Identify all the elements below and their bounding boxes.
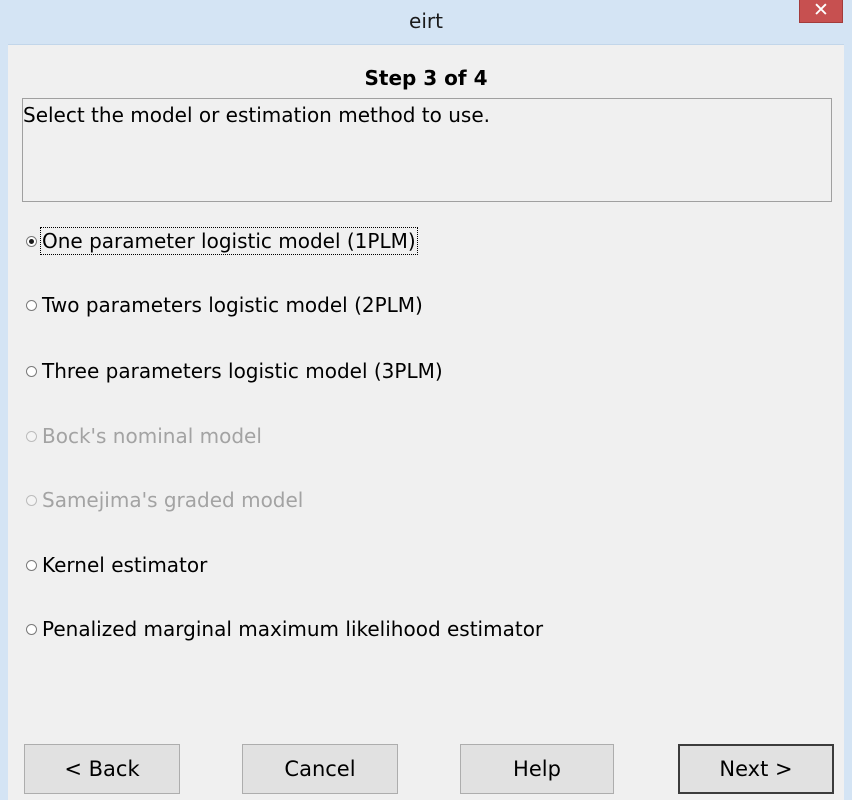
step-title: Step 3 of 4 [364,66,488,90]
radio-label: Bock's nominal model [42,424,262,448]
radio-option-2plm[interactable]: Two parameters logistic model (2PLM) [26,290,423,320]
wizard-window: eirt ✕ Step 3 of 4 Select the model or e… [0,0,852,800]
radio-button-disabled [26,430,37,442]
help-button[interactable]: Help [460,744,614,794]
radio-button-disabled [26,494,37,506]
radio-option-kernel-estimator[interactable]: Kernel estimator [26,550,207,580]
radio-option-penalized-mml[interactable]: Penalized marginal maximum likelihood es… [26,614,543,644]
radio-label: Penalized marginal maximum likelihood es… [42,617,544,641]
cancel-button[interactable]: Cancel [242,744,398,794]
radio-label: One parameter logistic model (1PLM) [40,227,418,255]
radio-button[interactable] [26,623,37,635]
description-box: Select the model or estimation method to… [22,98,832,202]
radio-label: Two parameters logistic model (2PLM) [42,293,423,317]
title-bar[interactable]: eirt ✕ [0,0,852,45]
close-button[interactable]: ✕ [799,0,843,23]
radio-button-checked[interactable] [26,235,37,247]
next-button[interactable]: Next > [678,744,834,794]
window-title: eirt [409,9,443,33]
radio-button[interactable] [26,365,37,377]
close-icon: ✕ [813,0,829,21]
radio-button[interactable] [26,299,37,311]
window-border-right [844,44,852,800]
radio-label: Samejima's graded model [42,488,304,512]
radio-option-1plm[interactable]: One parameter logistic model (1PLM) [26,226,418,256]
radio-option-bock-nominal: Bock's nominal model [26,421,262,451]
radio-label: Three parameters logistic model (3PLM) [42,359,443,383]
description-text: Select the model or estimation method to… [23,103,491,127]
radio-label: Kernel estimator [42,553,208,577]
radio-button[interactable] [26,559,37,571]
back-button[interactable]: < Back [24,744,180,794]
window-border-left [0,44,8,800]
radio-option-3plm[interactable]: Three parameters logistic model (3PLM) [26,356,443,386]
radio-option-samejima-graded: Samejima's graded model [26,485,303,515]
